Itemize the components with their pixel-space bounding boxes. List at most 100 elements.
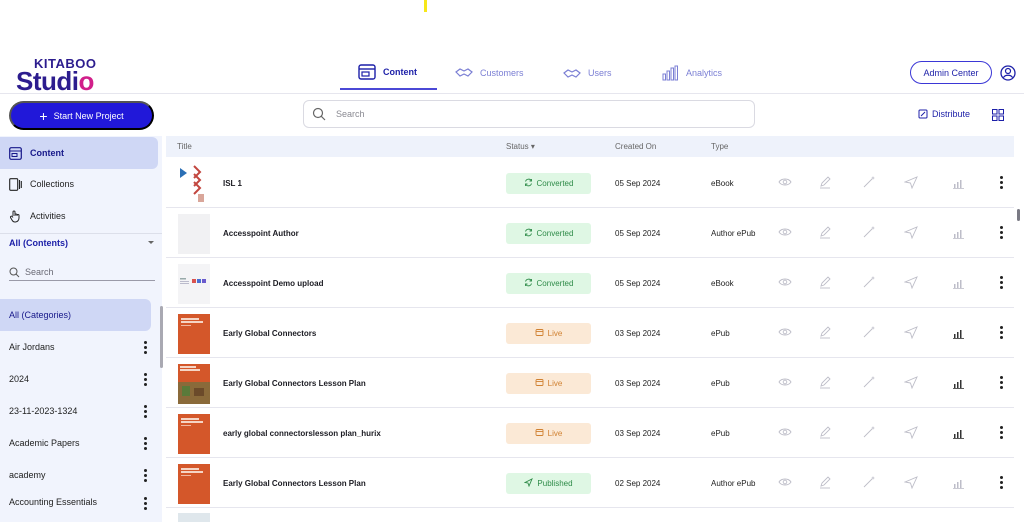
grid-view-icon[interactable]	[992, 109, 1004, 121]
book-title[interactable]: Accesspoint Author	[223, 229, 299, 238]
send-icon[interactable]	[903, 225, 918, 240]
more-options-icon[interactable]	[1000, 276, 1003, 289]
edit-pencil-icon[interactable]	[818, 275, 832, 289]
send-icon[interactable]	[903, 425, 918, 440]
book-thumbnail[interactable]	[178, 314, 210, 354]
analytics-bars-icon[interactable]	[952, 175, 966, 189]
kitaboo-studio-logo[interactable]: KITABOO Studio	[16, 56, 126, 96]
more-options-icon[interactable]	[1000, 376, 1003, 389]
category-item[interactable]: Academic Papers	[0, 427, 151, 459]
preview-eye-icon[interactable]	[778, 475, 792, 489]
category-all[interactable]: All (Categories)	[0, 299, 151, 331]
book-thumbnail[interactable]	[178, 364, 210, 404]
user-profile-icon[interactable]	[1000, 65, 1016, 81]
magic-wand-icon[interactable]	[862, 475, 876, 489]
more-options-icon[interactable]	[141, 436, 149, 450]
book-title[interactable]: Early Global Connectors Lesson Plan	[223, 479, 366, 488]
book-title[interactable]: ISL 1	[223, 179, 242, 188]
category-search[interactable]	[9, 264, 155, 281]
edit-pencil-icon[interactable]	[818, 475, 832, 489]
more-options-icon[interactable]	[1000, 176, 1003, 189]
content-search[interactable]	[303, 100, 755, 128]
table-row[interactable]: Early Global Connectors Live 03 Sep 2024 eP…	[166, 308, 1014, 358]
edit-pencil-icon[interactable]	[818, 225, 832, 239]
admin-center-button[interactable]: Admin Center	[910, 61, 992, 84]
table-row[interactable]: Accesspoint Author Converted 05 Sep 2024 Au…	[166, 208, 1014, 258]
col-type[interactable]: Type	[711, 142, 728, 151]
search-input[interactable]	[336, 109, 716, 119]
sidebar-item-activities[interactable]: Activities	[0, 200, 158, 232]
preview-eye-icon[interactable]	[778, 375, 792, 389]
analytics-bars-icon[interactable]	[952, 225, 966, 239]
content-filter-dropdown[interactable]: All (Contents)	[9, 238, 155, 248]
table-scrollbar[interactable]	[1016, 136, 1022, 514]
preview-eye-icon[interactable]	[778, 275, 792, 289]
sidebar-item-content[interactable]: Content	[0, 137, 158, 169]
category-item[interactable]: 2024	[0, 363, 151, 395]
analytics-bars-icon[interactable]	[952, 375, 966, 389]
category-search-input[interactable]	[25, 267, 145, 277]
sidebar-scrollbar[interactable]	[160, 298, 164, 513]
more-options-icon[interactable]	[1000, 476, 1003, 489]
tab-users[interactable]: Users	[545, 56, 643, 90]
magic-wand-icon[interactable]	[862, 275, 876, 289]
more-options-icon[interactable]	[1000, 326, 1003, 339]
table-row[interactable]: Early Global Connectors Lesson Plan Publi…	[166, 458, 1014, 508]
category-item[interactable]: 23-11-2023-1324	[0, 395, 151, 427]
table-row[interactable]: Early Global Connectors Lesson Plan Live 0…	[166, 358, 1014, 408]
col-created-on[interactable]: Created On	[615, 142, 656, 151]
category-item[interactable]: Accounting Essentials	[0, 497, 151, 513]
magic-wand-icon[interactable]	[862, 225, 876, 239]
analytics-bars-icon[interactable]	[952, 325, 966, 339]
send-icon[interactable]	[903, 375, 918, 390]
preview-eye-icon[interactable]	[778, 175, 792, 189]
book-thumbnail[interactable]	[178, 264, 210, 304]
analytics-bars-icon[interactable]	[952, 425, 966, 439]
sidebar-item-collections[interactable]: Collections	[0, 168, 158, 200]
col-status[interactable]: Status ▾	[506, 142, 535, 151]
more-options-icon[interactable]	[141, 497, 149, 510]
book-thumbnail[interactable]	[178, 214, 210, 254]
category-item[interactable]: academy	[0, 459, 151, 491]
preview-eye-icon[interactable]	[778, 425, 792, 439]
send-icon[interactable]	[903, 475, 918, 490]
send-icon[interactable]	[903, 325, 918, 340]
col-title[interactable]: Title	[177, 142, 192, 151]
analytics-bars-icon[interactable]	[952, 275, 966, 289]
more-options-icon[interactable]	[141, 468, 149, 482]
edit-pencil-icon[interactable]	[818, 325, 832, 339]
table-row[interactable]: ISL 1 Converted 05 Sep 2024 eBook	[166, 158, 1014, 208]
preview-eye-icon[interactable]	[778, 225, 792, 239]
tab-analytics[interactable]: Analytics	[643, 56, 753, 90]
book-title[interactable]: early global connectorslesson plan_hurix	[223, 429, 381, 438]
book-thumbnail[interactable]	[178, 414, 210, 454]
more-options-icon[interactable]	[141, 372, 149, 386]
more-options-icon[interactable]	[141, 340, 149, 354]
tab-customers[interactable]: Customers	[437, 56, 545, 90]
book-thumbnail[interactable]	[178, 464, 210, 504]
send-icon[interactable]	[903, 275, 918, 290]
distribute-button[interactable]: Distribute	[918, 109, 970, 119]
book-title[interactable]: Early Global Connectors	[223, 329, 316, 338]
book-title[interactable]: Early Global Connectors Lesson Plan	[223, 379, 366, 388]
more-options-icon[interactable]	[141, 404, 149, 418]
more-options-icon[interactable]	[1000, 226, 1003, 239]
book-title[interactable]: Accesspoint Demo upload	[223, 279, 323, 288]
more-options-icon[interactable]	[1000, 426, 1003, 439]
table-row[interactable]: Accesspoint Demo upload Converted 05 Sep 2…	[166, 258, 1014, 308]
magic-wand-icon[interactable]	[862, 375, 876, 389]
category-item[interactable]: Air Jordans	[0, 331, 151, 363]
book-thumbnail[interactable]	[178, 164, 210, 204]
tab-content[interactable]: Content	[340, 56, 437, 90]
magic-wand-icon[interactable]	[862, 425, 876, 439]
start-new-project-button[interactable]: + Start New Project	[9, 101, 154, 130]
magic-wand-icon[interactable]	[862, 175, 876, 189]
analytics-bars-icon[interactable]	[952, 475, 966, 489]
preview-eye-icon[interactable]	[778, 325, 792, 339]
edit-pencil-icon[interactable]	[818, 375, 832, 389]
table-row[interactable]: early global connectorslesson plan_hurix…	[166, 408, 1014, 458]
edit-pencil-icon[interactable]	[818, 425, 832, 439]
magic-wand-icon[interactable]	[862, 325, 876, 339]
send-icon[interactable]	[903, 175, 918, 190]
edit-pencil-icon[interactable]	[818, 175, 832, 189]
